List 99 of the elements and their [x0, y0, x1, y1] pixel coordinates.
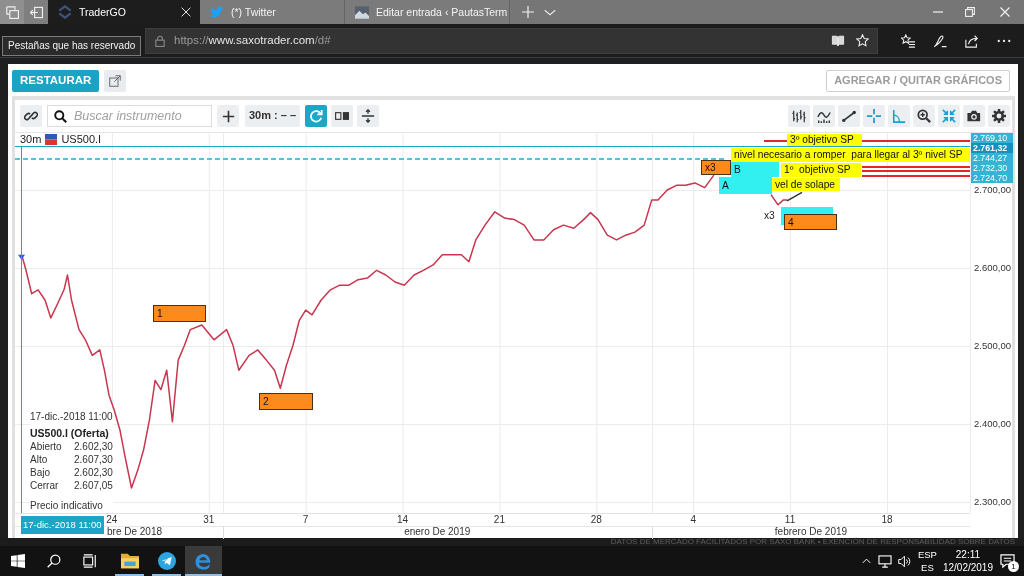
price-tag: 2.761,32: [971, 143, 1013, 153]
refresh-icon: [309, 109, 323, 123]
popout-button[interactable]: [104, 70, 127, 92]
link-button[interactable]: [20, 105, 42, 127]
reading-view-icon[interactable]: [831, 34, 845, 47]
window-arrow-icon: [29, 5, 43, 19]
chevron-up-icon[interactable]: [861, 558, 871, 564]
legend-label: Bajo: [30, 466, 51, 479]
browser-tab[interactable]: TraderGO: [48, 0, 200, 24]
split-button[interactable]: [357, 105, 379, 127]
bird-icon: [210, 5, 224, 19]
month-label: bre De 2018: [107, 526, 163, 538]
chart-type-icon: [335, 112, 349, 120]
chart-note: x3: [701, 159, 731, 176]
pen-icon[interactable]: [933, 33, 947, 48]
network-icon[interactable]: [877, 554, 892, 568]
month-label: febrero De 2019: [774, 526, 848, 537]
interval-button[interactable]: 30m : – –: [245, 105, 300, 127]
chart-note: 2: [259, 392, 313, 410]
legend-title: US500.I (Oferta): [30, 427, 110, 440]
plus-icon[interactable]: [522, 6, 534, 18]
chart-note: vel de solape: [772, 178, 840, 191]
price-tag: 2.744,27: [971, 153, 1013, 163]
address-bar[interactable]: https://www.saxotrader.com/d#: [145, 27, 878, 54]
search-icon: [54, 109, 67, 123]
close-icon[interactable]: [181, 7, 191, 17]
split-arrows-icon: [361, 109, 375, 123]
chevron-logo-icon: [58, 5, 72, 19]
legend-value: 2.602,30: [74, 466, 113, 479]
search-icon[interactable]: [47, 554, 61, 568]
lock-icon: [155, 34, 165, 47]
external-window-icon: [109, 75, 122, 87]
add-button[interactable]: [217, 105, 239, 127]
axis-label: 2.600,00: [974, 262, 1011, 274]
legend-value: 2.602,30: [74, 440, 113, 453]
stacked-windows-icon: [5, 5, 19, 19]
axis-label: 18: [881, 514, 893, 526]
legend-note: Precio indicativo: [30, 499, 104, 512]
month-label: enero De 2019: [404, 526, 471, 538]
axis-label: 24: [106, 514, 118, 526]
chart-note: 1º objetivo SP: [781, 162, 861, 177]
notification-count: 1: [1008, 561, 1019, 572]
task-view-icon[interactable]: [83, 554, 97, 568]
search-field[interactable]: Buscar instrumento: [47, 105, 212, 127]
legend-value: 2.607,30: [74, 453, 113, 466]
language-indicator[interactable]: ESP ES: [917, 548, 937, 574]
price-tag: 2.732,30: [971, 163, 1013, 173]
legend-label: Alto: [30, 453, 49, 466]
instrument-flag-icon: [45, 133, 58, 145]
favorite-star-icon[interactable]: [856, 34, 869, 47]
legend-label: Abierto: [30, 440, 63, 453]
notification-icon[interactable]: [1000, 554, 1015, 568]
paper-plane-icon: [157, 552, 176, 570]
symbol-label: US500.I: [61, 133, 102, 145]
tabs-aside-button[interactable]: [0, 0, 24, 24]
url-text: https://www.saxotrader.com/d#: [174, 33, 331, 48]
axis-label: 21: [493, 514, 505, 526]
chart-type-button[interactable]: [331, 105, 353, 127]
axis-label: 14: [396, 514, 409, 526]
link-icon: [24, 109, 38, 123]
share-icon[interactable]: [965, 33, 979, 48]
chevron-down-icon[interactable]: [544, 8, 556, 16]
volume-icon[interactable]: [896, 554, 911, 568]
favorites-list-icon[interactable]: [901, 33, 915, 48]
axis-label: 2.400,00: [974, 418, 1011, 431]
browser-tab[interactable]: (*) Twitter: [200, 0, 345, 24]
folder-icon: [120, 553, 139, 569]
photo-thumbnail-icon: [355, 5, 369, 19]
browser-tab[interactable]: Editar entrada ‹ PautasTerm: [345, 0, 510, 24]
axis-label: 4: [690, 514, 696, 526]
axis-label: 11: [784, 514, 796, 526]
crosshair-time-label: 17-dic.-2018 11:00: [21, 516, 104, 534]
chart-note: 3º objetivo SP: [787, 133, 862, 146]
chart-note: nivel necesario a romper para llegar al 3º nivel SP: [731, 147, 970, 162]
taskbar-button[interactable]: [185, 546, 222, 576]
axis-label: 31: [203, 514, 215, 526]
chart-note: 4: [784, 214, 837, 231]
legend-time: 17-dic.-2018 11:00: [30, 410, 113, 423]
chart-note: A: [719, 176, 772, 194]
e-logo-icon: [195, 552, 212, 570]
chart-text: x3: [764, 210, 775, 222]
chart-note: 1: [153, 304, 206, 322]
axis-label: 28: [590, 514, 602, 526]
set-aside-button[interactable]: [24, 0, 48, 24]
tooltip: Pestañas que has reservado: [2, 36, 142, 56]
axis-label: 2.300,00: [974, 496, 1011, 509]
interval-label: 30m: [20, 133, 42, 145]
plus-icon: [221, 109, 235, 123]
price-tag: 2.769,10: [971, 133, 1013, 143]
legend-value: 2.607,05: [74, 479, 113, 492]
axis-label: 2.500,00: [974, 340, 1011, 352]
price-tag: 2.724,70: [971, 173, 1013, 183]
restore-icon[interactable]: [965, 7, 975, 17]
axis-label: 7: [302, 514, 309, 526]
legend-label: Cerrar: [30, 479, 60, 492]
start-tiles-icon[interactable]: [11, 554, 25, 568]
axis-label: 2.700,00: [974, 183, 1011, 196]
more-icon[interactable]: [997, 38, 1011, 43]
clock[interactable]: 22:11 12/02/2019: [942, 548, 993, 574]
